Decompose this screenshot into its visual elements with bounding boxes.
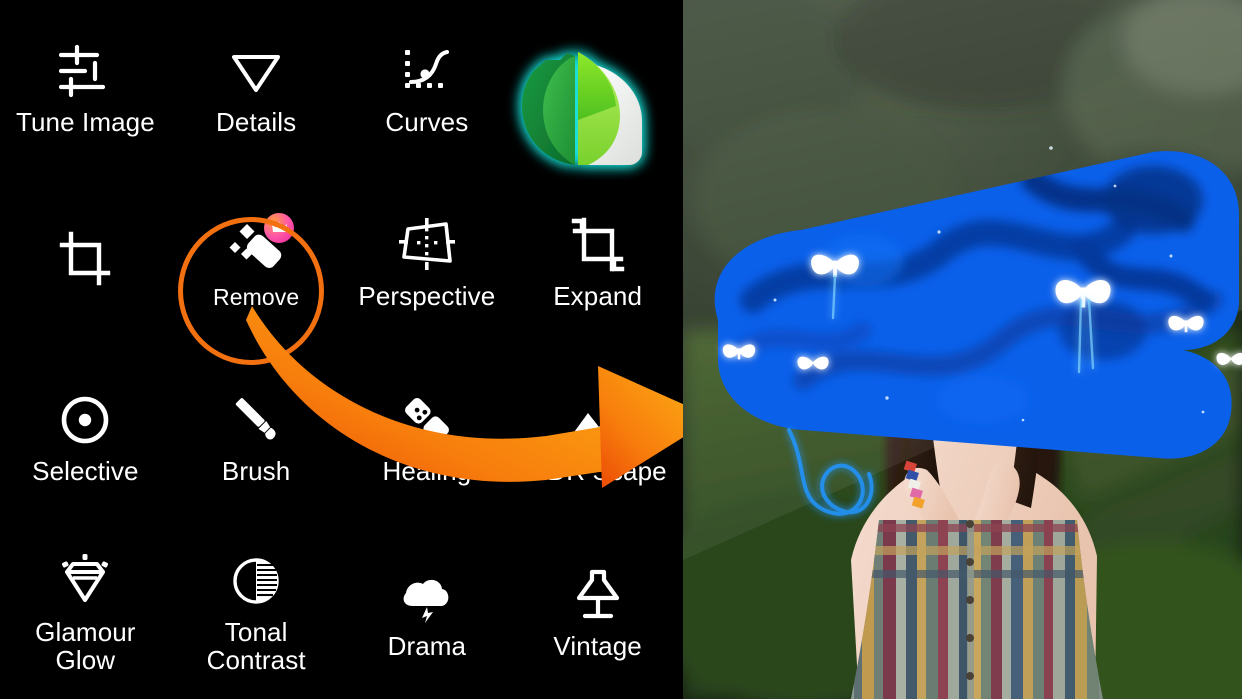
tool-item-brush[interactable]: Brush (171, 350, 342, 525)
screenshot-root: Tune Image Details Curves Remove Perspec… (0, 0, 1242, 699)
tool-label: Selective (32, 456, 139, 487)
tool-item-details[interactable]: Details (171, 0, 342, 175)
snapseed-logo (500, 28, 660, 188)
tool-item-tonal-contrast[interactable]: Tonal Contrast (171, 524, 342, 699)
tool-label: Details (216, 106, 297, 137)
tool-item-drama[interactable]: Drama (342, 524, 513, 699)
tool-label: Remove (213, 283, 300, 310)
tool-item-glamour-glow[interactable]: Glamour Glow (0, 524, 171, 699)
tool-label: Tune Image (15, 106, 155, 137)
tool-label: Perspective (358, 281, 496, 312)
tonal-contrast-icon (224, 549, 288, 613)
tool-label: Drama (387, 630, 467, 661)
tool-label: Healing (382, 456, 472, 487)
tool-item-hdr-scape[interactable]: HDR Scape (512, 350, 683, 525)
tool-label: Expand (553, 281, 643, 312)
tool-item-perspective[interactable]: Perspective (342, 175, 513, 350)
brush-icon (224, 388, 288, 452)
tune-image-icon (53, 39, 117, 103)
tool-item-vintage[interactable]: Vintage (512, 524, 683, 699)
remove-icon (224, 212, 295, 279)
curves-icon (395, 39, 459, 103)
edited-photo-preview (683, 0, 1242, 699)
tool-label: HDR Scape (528, 456, 667, 487)
tool-label: Tonal Contrast (206, 617, 306, 675)
vintage-icon (566, 563, 630, 627)
drama-icon (395, 563, 459, 627)
selective-icon (53, 388, 117, 452)
tool-item-curves[interactable]: Curves (342, 0, 513, 175)
glamour-glow-icon (53, 549, 117, 613)
tool-item-healing[interactable]: Healing (342, 350, 513, 525)
healing-icon (395, 388, 459, 452)
crop-icon (53, 227, 117, 291)
tool-item-crop[interactable] (0, 175, 171, 350)
snapseed-tools-panel: Tune Image Details Curves Remove Perspec… (0, 0, 714, 699)
tool-label: Vintage (553, 630, 642, 661)
tool-item-selective[interactable]: Selective (0, 350, 171, 525)
tool-item-expand[interactable]: Expand (512, 175, 683, 350)
tool-item-tune-image[interactable]: Tune Image (0, 0, 171, 175)
perspective-icon (395, 213, 459, 277)
details-icon (224, 39, 288, 103)
tool-label: Brush (221, 456, 291, 487)
hdr-scape-icon (566, 388, 630, 452)
photo-image (683, 0, 1242, 699)
tool-label: Curves (385, 106, 469, 137)
premium-crown-badge (264, 212, 295, 243)
tool-label: Glamour Glow (35, 617, 136, 675)
tool-item-remove[interactable]: Remove (171, 175, 342, 350)
expand-icon (566, 213, 630, 277)
